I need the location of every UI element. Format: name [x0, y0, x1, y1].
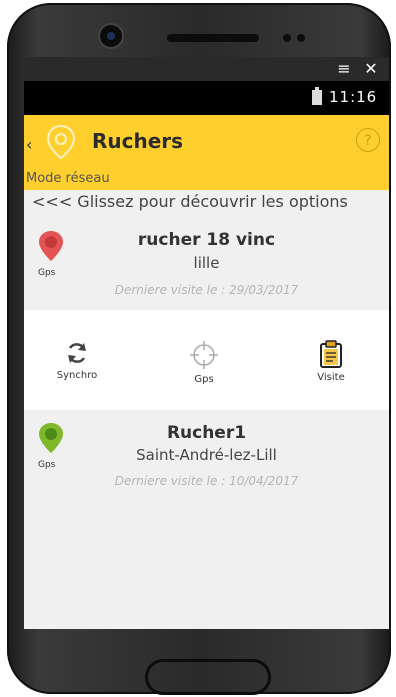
- visit-button[interactable]: Visite: [296, 340, 366, 383]
- gps-button[interactable]: Gps: [169, 340, 239, 385]
- close-icon[interactable]: ✕: [361, 60, 381, 78]
- gps-action-label: Gps: [194, 374, 214, 385]
- help-icon[interactable]: ?: [356, 128, 380, 152]
- row-actions: Synchro Gps Visite: [24, 310, 389, 410]
- battery-icon: [312, 87, 322, 105]
- rucher-city: lille: [193, 254, 220, 272]
- swipe-hint: <<< Glissez pour découvrir les options: [24, 190, 389, 214]
- clipboard-icon: [320, 340, 342, 368]
- sync-label: Synchro: [56, 370, 98, 381]
- status-bar: 11:16: [24, 81, 389, 115]
- page-title: Ruchers: [92, 129, 184, 153]
- rucher-name: Rucher1: [166, 423, 247, 443]
- app-screen: ≡ ✕ 11:16 ‹ Ruchers ? Mode réseau <<< Gl…: [24, 57, 389, 629]
- window-bar: ≡ ✕: [24, 57, 389, 81]
- camera-icon: [100, 25, 122, 47]
- sensor-dot: [297, 34, 305, 42]
- rucher-row[interactable]: Gps rucher 18 vinc lille Derniere visite…: [24, 214, 389, 310]
- status-time: 11:16: [329, 88, 378, 106]
- app-header: ‹ Ruchers ?: [24, 115, 389, 169]
- crosshair-icon: [190, 341, 218, 369]
- menu-icon[interactable]: ≡: [334, 60, 354, 78]
- chevron-left-icon[interactable]: ‹: [26, 135, 32, 154]
- speaker-grille: [167, 34, 259, 42]
- rucher-name: rucher 18 vinc: [137, 230, 276, 250]
- sync-icon: [68, 343, 86, 363]
- sensor-dot: [283, 34, 291, 42]
- sync-button[interactable]: Synchro: [42, 340, 112, 381]
- last-visit: Derniere visite le : 10/04/2017: [114, 474, 299, 488]
- rucher-row[interactable]: Gps Rucher1 Saint-André-lez-Lill Dernier…: [24, 410, 389, 629]
- network-mode-label: Mode réseau: [24, 168, 389, 190]
- location-pin-icon: [46, 124, 76, 160]
- visit-label: Visite: [317, 372, 345, 383]
- last-visit: Derniere visite le : 29/03/2017: [114, 283, 299, 297]
- home-button[interactable]: [145, 659, 271, 695]
- rucher-city: Saint-André-lez-Lill: [136, 446, 277, 464]
